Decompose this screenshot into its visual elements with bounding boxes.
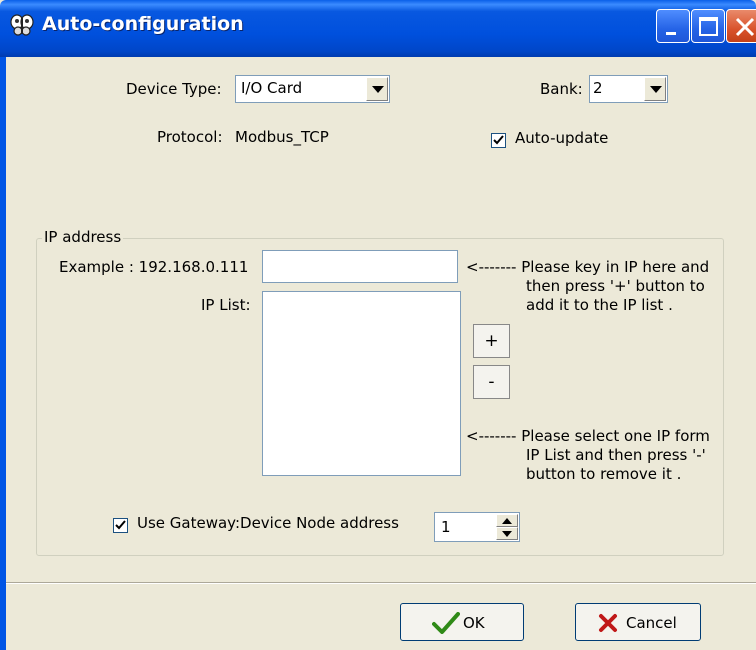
chevron-down-icon bbox=[372, 86, 384, 93]
maximize-button[interactable] bbox=[691, 9, 725, 43]
window-title: Auto-configuration bbox=[42, 13, 244, 35]
add-hint-line-1: <------- Please key in IP here and bbox=[466, 258, 710, 276]
ok-label: OK bbox=[463, 614, 485, 632]
ip-list-label: IP List: bbox=[201, 296, 251, 314]
use-gateway-checkbox[interactable] bbox=[113, 518, 128, 533]
device-type-dropdown-button[interactable] bbox=[366, 77, 388, 101]
add-hint-line-3: add it to the IP list . bbox=[526, 296, 673, 314]
ok-button[interactable]: OK bbox=[400, 603, 524, 641]
ip-input[interactable] bbox=[262, 250, 458, 283]
bank-value: 2 bbox=[593, 79, 603, 97]
use-gateway-label[interactable]: Use Gateway:Device Node address bbox=[137, 514, 399, 532]
spinner-down-button[interactable] bbox=[496, 527, 518, 540]
separator bbox=[6, 582, 756, 584]
checkmark-icon bbox=[493, 135, 504, 145]
maximize-icon bbox=[699, 17, 718, 36]
ip-list[interactable] bbox=[262, 291, 461, 476]
remove-hint-line-3: button to remove it . bbox=[526, 465, 682, 483]
remove-hint-line-1: <------- Please select one IP form bbox=[466, 427, 710, 445]
remove-ip-button[interactable]: - bbox=[473, 365, 510, 399]
checkmark-icon bbox=[115, 520, 126, 530]
chevron-down-icon bbox=[650, 86, 662, 93]
protocol-label: Protocol: bbox=[157, 128, 223, 146]
bank-label: Bank: bbox=[540, 80, 583, 98]
protocol-value: Modbus_TCP bbox=[235, 128, 329, 146]
bank-select[interactable]: 2 bbox=[589, 75, 668, 103]
x-icon bbox=[599, 614, 617, 632]
cancel-button[interactable]: Cancel bbox=[575, 603, 701, 641]
add-hint-line-2: then press '+' button to bbox=[526, 277, 705, 295]
cancel-label: Cancel bbox=[626, 614, 677, 632]
minimize-icon bbox=[666, 32, 676, 35]
node-address-value: 1 bbox=[441, 518, 451, 536]
close-button[interactable] bbox=[726, 9, 756, 43]
device-type-label: Device Type: bbox=[126, 80, 222, 98]
window-frame-left bbox=[0, 57, 6, 650]
ip-address-group-title: IP address bbox=[42, 228, 124, 246]
butterfly-app-icon bbox=[10, 14, 34, 36]
add-ip-button[interactable]: + bbox=[473, 324, 510, 358]
remove-hint-line-2: IP List and then press '-' bbox=[526, 446, 706, 464]
caret-down-icon bbox=[502, 531, 512, 537]
auto-update-checkbox[interactable] bbox=[491, 133, 506, 148]
bank-dropdown-button[interactable] bbox=[644, 77, 666, 101]
device-type-value: I/O Card bbox=[241, 79, 303, 97]
auto-update-label[interactable]: Auto-update bbox=[515, 129, 608, 147]
ip-example-label: Example : 192.168.0.111 bbox=[59, 258, 249, 276]
spinner-up-button[interactable] bbox=[496, 514, 518, 527]
checkmark-icon bbox=[432, 612, 460, 634]
minimize-button[interactable] bbox=[656, 9, 690, 43]
close-icon bbox=[735, 17, 755, 37]
device-type-select[interactable]: I/O Card bbox=[235, 75, 390, 103]
node-address-spinner[interactable]: 1 bbox=[434, 512, 520, 542]
caret-up-icon bbox=[502, 518, 512, 524]
title-bar: Auto-configuration bbox=[0, 0, 756, 57]
